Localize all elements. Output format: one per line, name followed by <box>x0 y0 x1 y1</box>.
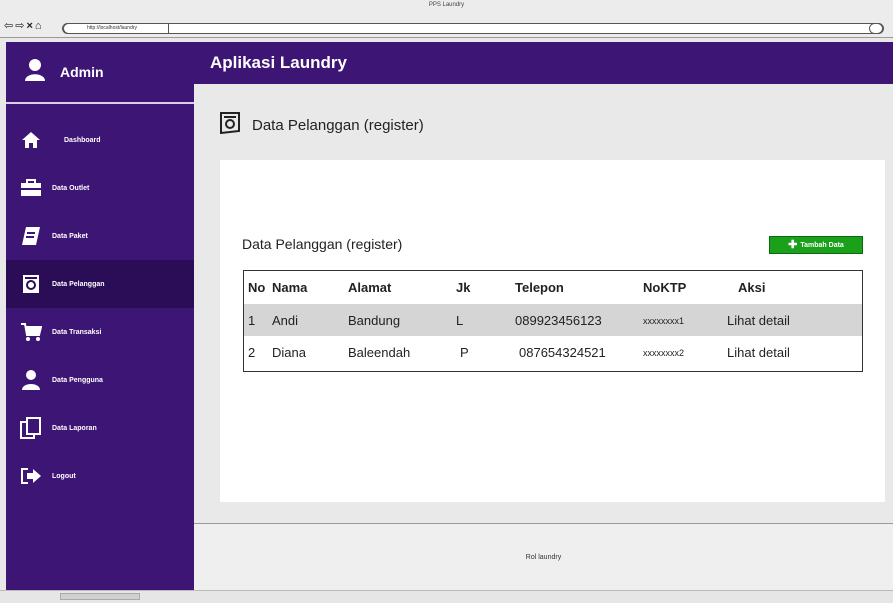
cell-noktp: xxxxxxxx2 <box>643 348 685 358</box>
sidebar-item-label: Data Pelanggan <box>52 280 105 288</box>
window-title: PPS Laundry <box>428 2 465 8</box>
column-header: Telepon <box>515 280 564 295</box>
sidebar-item-label: Data Pengguna <box>52 376 103 384</box>
sidebar-item-logout[interactable]: Logout <box>6 452 194 500</box>
sidebar-item-data-outlet[interactable]: Data Outlet <box>6 164 194 212</box>
sidebar-item-dashboard[interactable]: Dashboard <box>6 116 194 164</box>
logout-icon <box>20 465 42 487</box>
footer: Rol laundry <box>194 523 893 590</box>
url-end-cap <box>869 23 883 34</box>
user-label: Admin <box>60 64 104 80</box>
copy-icon <box>20 417 42 439</box>
badge-icon <box>220 112 240 139</box>
cell-telepon: 089923456123 <box>515 313 602 328</box>
cell-jk: L <box>456 313 464 328</box>
column-header: Jk <box>456 280 471 295</box>
sidebar-item-label: Data Outlet <box>52 184 90 192</box>
cell-telepon: 087654324521 <box>519 345 606 360</box>
plus-icon: ✚ <box>788 239 798 251</box>
url-text[interactable]: http://localhost/laundry <box>87 25 137 31</box>
briefcase-icon <box>20 177 42 199</box>
app-title: Aplikasi Laundry <box>210 53 347 72</box>
table-row: 2 Diana Baleendah P 087654324521 xxxxxxx… <box>244 336 862 368</box>
cell-jk: P <box>460 345 469 360</box>
customers-table: No Nama Alamat Jk Telepon NoKTP Aksi 1 A… <box>243 270 863 372</box>
column-header: Nama <box>272 280 308 295</box>
sidebar-item-label: Dashboard <box>64 136 101 144</box>
sidebar-item-data-laporan[interactable]: Data Laporan <box>6 404 194 452</box>
column-header: NoKTP <box>643 280 687 295</box>
table-header-row: No Nama Alamat Jk Telepon NoKTP Aksi <box>244 271 862 304</box>
user-block: Admin <box>6 42 194 104</box>
sidebar-item-label: Logout <box>52 472 76 480</box>
column-header: Aksi <box>738 280 766 295</box>
card-title: Data Pelanggan (register) <box>242 236 403 252</box>
cell-no: 2 <box>248 345 256 360</box>
home-icon <box>20 129 42 151</box>
cell-noktp: xxxxxxxx1 <box>643 316 685 326</box>
horizontal-scrollbar[interactable] <box>0 590 893 603</box>
data-card: Data Pelanggan (register) ✚ Tambah Data … <box>220 160 885 502</box>
sidebar-item-data-pengguna[interactable]: Data Pengguna <box>6 356 194 404</box>
close-icon[interactable]: × <box>26 21 32 32</box>
sidebar-item-data-transaksi[interactable]: Data Transaksi <box>6 308 194 356</box>
forward-icon[interactable]: ⇨ <box>15 21 24 32</box>
browser-toolbar: PPS Laundry ⇦ ⇨ × ⌂ http://localhost/lau… <box>0 0 893 38</box>
browser-nav: ⇦ ⇨ × ⌂ <box>4 21 42 32</box>
home-nav-icon[interactable]: ⌂ <box>35 21 42 32</box>
notebook-icon <box>20 225 42 247</box>
cell-nama: Andi <box>272 313 299 328</box>
add-data-button[interactable]: ✚ Tambah Data <box>769 236 863 254</box>
sidebar-item-data-paket[interactable]: Data Paket <box>6 212 194 260</box>
sidebar-item-label: Data Paket <box>52 232 88 240</box>
url-bar[interactable]: http://localhost/laundry <box>62 23 884 34</box>
cell-alamat: Bandung <box>348 313 401 328</box>
badge-icon <box>20 273 42 295</box>
column-header: No <box>248 280 266 295</box>
page-heading: Data Pelanggan (register) <box>220 112 424 139</box>
page-title: Data Pelanggan (register) <box>252 117 424 134</box>
user-avatar-icon <box>24 58 46 87</box>
app-header: Aplikasi Laundry <box>194 42 893 84</box>
cart-icon <box>20 321 42 343</box>
cell-no: 1 <box>248 313 256 328</box>
sidebar: Admin Dashboard Data Outlet Data Paket D… <box>6 42 194 590</box>
sidebar-item-label: Data Laporan <box>52 424 97 432</box>
add-data-label: Tambah Data <box>800 241 844 249</box>
view-detail-link[interactable]: Lihat detail <box>727 313 790 328</box>
sidebar-item-data-pelanggan[interactable]: Data Pelanggan <box>6 260 194 308</box>
column-header: Alamat <box>348 280 392 295</box>
main-content: Data Pelanggan (register) Data Pelanggan… <box>194 84 893 590</box>
back-icon[interactable]: ⇦ <box>4 21 13 32</box>
table-row: 1 Andi Bandung L 089923456123 xxxxxxxx1 … <box>244 304 862 336</box>
user-icon <box>20 369 42 391</box>
view-detail-link[interactable]: Lihat detail <box>727 345 790 360</box>
footer-text: Rol laundry <box>525 554 562 561</box>
cell-nama: Diana <box>272 345 306 360</box>
scrollbar-thumb[interactable] <box>60 593 140 600</box>
cell-alamat: Baleendah <box>348 345 411 360</box>
sidebar-item-label: Data Transaksi <box>52 328 102 336</box>
sidebar-menu: Dashboard Data Outlet Data Paket Data Pe… <box>6 116 194 500</box>
